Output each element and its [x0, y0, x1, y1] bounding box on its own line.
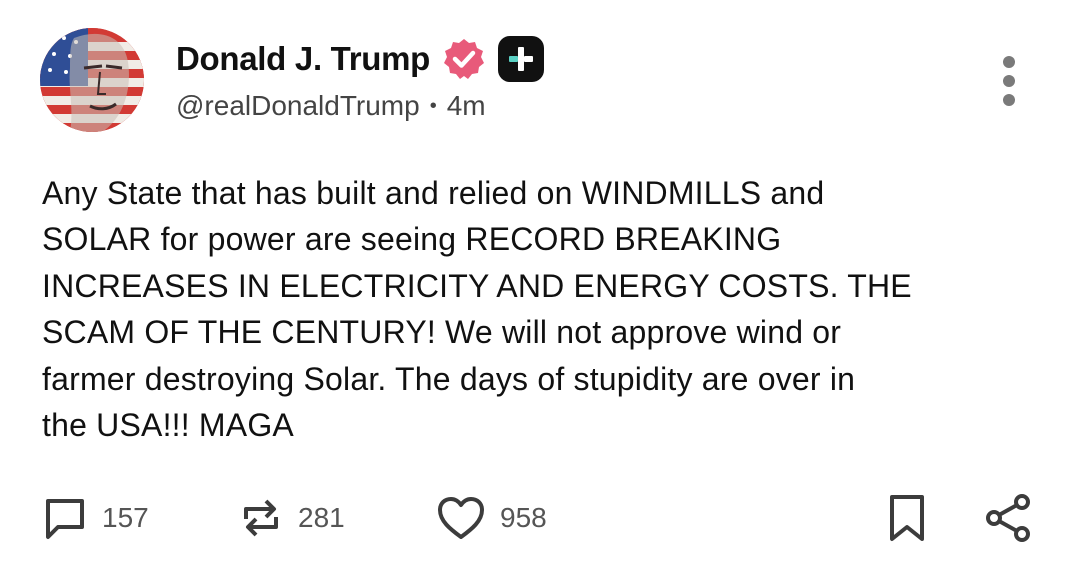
share-button[interactable] — [984, 488, 1032, 548]
like-count: 958 — [500, 502, 547, 533]
repost-icon — [244, 499, 278, 537]
bookmark-icon — [890, 495, 924, 541]
restate-count: 281 — [298, 502, 345, 533]
like-button[interactable]: 958 — [436, 488, 547, 548]
reply-count: 157 — [102, 502, 149, 533]
display-name[interactable]: Donald J. Trump — [176, 40, 430, 78]
more-options-button[interactable] — [994, 56, 1024, 106]
post-card: Donald J. Trump @realDonaldTrump • 4m An… — [0, 0, 1080, 573]
comment-icon — [46, 499, 84, 539]
bookmark-button[interactable] — [884, 488, 930, 548]
share-icon — [986, 494, 1030, 542]
restate-button[interactable]: 281 — [238, 488, 345, 548]
app-plus-icon — [498, 36, 545, 82]
more-vertical-icon-dot-1 — [1003, 56, 1015, 68]
author-name-row: Donald J. Trump — [176, 36, 545, 82]
more-vertical-icon-dot-2 — [1003, 75, 1015, 87]
avatar[interactable] — [40, 28, 144, 132]
author-meta-row: @realDonaldTrump • 4m — [176, 86, 486, 126]
verified-badge-icon — [442, 37, 486, 81]
post-timestamp[interactable]: 4m — [447, 90, 486, 122]
reply-button[interactable]: 157 — [42, 488, 149, 548]
meta-separator: • — [429, 94, 437, 117]
author-handle[interactable]: @realDonaldTrump — [176, 90, 420, 122]
heart-icon — [438, 497, 484, 539]
more-vertical-icon-dot-3 — [1003, 94, 1015, 106]
avatar-image — [40, 28, 144, 132]
post-action-bar: 157 281 958 — [0, 488, 1080, 548]
post-body-text: Any State that has built and relied on W… — [42, 175, 912, 444]
